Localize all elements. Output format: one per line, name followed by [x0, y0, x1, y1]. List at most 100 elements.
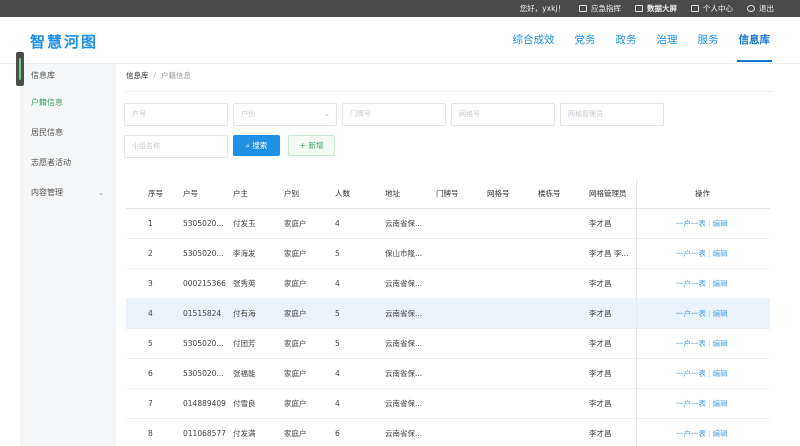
col-header-no: 序号 [148, 189, 163, 198]
sidebar-item-household-info[interactable]: 户籍信息 [20, 91, 116, 121]
sidebar-item-info-library[interactable]: 信息库 [20, 64, 116, 91]
col-header-holder: 户主 [233, 189, 248, 198]
edit-link[interactable]: 编辑 [713, 429, 728, 438]
row-actions: 一户一表 | 编辑 [676, 389, 728, 419]
table-row[interactable]: 3 000215366 张秀英 家庭户 4 云南省保... 李才昌 一户一表 | 编辑 [126, 269, 770, 299]
cell-hukou: 011068577 [183, 429, 226, 438]
cell-address: 云南省保... [385, 339, 423, 348]
table-row[interactable]: 6 5305020... 张福能 家庭户 4 云南省保... 李才昌 一户一表 | 编辑 [126, 359, 770, 389]
table-row[interactable]: 2 5305020... 李海发 家庭户 5 保山市隆... 李才昌 李... 一户一表 | 编辑 [126, 239, 770, 269]
cell-no: 8 [148, 429, 153, 438]
sidebar-item-resident-info[interactable]: 居民信息 [20, 121, 116, 151]
cell-type: 家庭户 [284, 249, 307, 258]
sidebar-collapse-handle[interactable] [16, 52, 24, 86]
action-separator: | [708, 399, 711, 408]
cell-count: 4 [335, 279, 340, 288]
view-household-link[interactable]: 一户一表 [676, 309, 706, 318]
edit-link[interactable]: 编辑 [713, 309, 728, 318]
table-row[interactable]: 4 01515824 付有海 家庭户 5 云南省保... 李才昌 一户一表 | 编辑 [126, 299, 770, 329]
grid-number-input[interactable]: 网格号 [451, 103, 555, 126]
nav-item-service[interactable]: 服务 [688, 17, 729, 63]
edit-link[interactable]: 编辑 [713, 399, 728, 408]
search-button-label: 搜索 [252, 141, 268, 150]
view-household-link[interactable]: 一户一表 [676, 369, 706, 378]
edit-link[interactable]: 编辑 [713, 339, 728, 348]
nav-item-overview[interactable]: 综合成效 [503, 17, 565, 63]
cell-manager: 李才昌 [589, 309, 612, 318]
external-link-icon [691, 5, 699, 12]
col-header-address: 地址 [385, 189, 400, 198]
search-button[interactable]: ⌕ 搜索 [233, 135, 280, 156]
add-button-label: 新增 [308, 141, 324, 150]
cell-count: 5 [335, 339, 340, 348]
col-header-building: 楼栋号 [538, 189, 561, 198]
cell-address: 云南省保... [385, 219, 423, 228]
cell-type: 家庭户 [284, 429, 307, 438]
door-number-input[interactable]: 门牌号 [342, 103, 446, 126]
row-actions: 一户一表 | 编辑 [676, 359, 728, 389]
group-name-input[interactable]: 小组名称 [124, 135, 228, 158]
row-actions: 一户一表 | 编辑 [676, 299, 728, 329]
cell-manager: 李才昌 [589, 219, 612, 228]
cell-address: 云南省保... [385, 399, 423, 408]
nav-item-governance[interactable]: 治理 [647, 17, 688, 63]
view-household-link[interactable]: 一户一表 [676, 399, 706, 408]
emergency-command-label: 应急指挥 [591, 4, 621, 13]
view-household-link[interactable]: 一户一表 [676, 219, 706, 228]
cell-holder: 付发玉 [233, 219, 256, 228]
cell-address: 云南省保... [385, 279, 423, 288]
cell-type: 家庭户 [284, 219, 307, 228]
col-header-type: 户别 [284, 189, 299, 198]
emergency-command-link[interactable]: 应急指挥 [579, 3, 621, 14]
cell-hukou: 000215366 [183, 279, 226, 288]
sidebar-item-volunteer-activity[interactable]: 志愿者活动 [20, 151, 116, 181]
cell-no: 6 [148, 369, 153, 378]
add-button[interactable]: + 新增 [288, 135, 335, 156]
power-icon [747, 5, 755, 12]
hukou-number-input[interactable]: 户号 [124, 103, 228, 126]
personal-center-link[interactable]: 个人中心 [691, 3, 733, 14]
col-header-door: 门牌号 [436, 189, 459, 198]
hukou-type-select[interactable]: 户别 ⌄ [233, 103, 337, 126]
main-nav: 综合成效 党务 政务 治理 服务 信息库 [503, 17, 781, 63]
logout-link[interactable]: 退出 [747, 3, 774, 14]
cell-holder: 张福能 [233, 369, 256, 378]
edit-link[interactable]: 编辑 [713, 369, 728, 378]
view-household-link[interactable]: 一户一表 [676, 339, 706, 348]
cell-manager: 李才昌 [589, 279, 612, 288]
action-separator: | [708, 339, 711, 348]
cell-holder: 付团芳 [233, 339, 256, 348]
breadcrumb-current: 户籍信息 [161, 71, 192, 80]
view-household-link[interactable]: 一户一表 [676, 429, 706, 438]
cell-no: 3 [148, 279, 153, 288]
cell-hukou: 014889409 [183, 399, 226, 408]
search-icon: ⌕ [245, 141, 250, 150]
fixed-column-divider [636, 179, 637, 446]
cell-count: 4 [335, 219, 340, 228]
grid-manager-input[interactable]: 网格管理员 [560, 103, 664, 126]
view-household-link[interactable]: 一户一表 [676, 279, 706, 288]
edit-link[interactable]: 编辑 [713, 249, 728, 258]
cell-holder: 付发满 [233, 429, 256, 438]
table-row[interactable]: 5 5305020... 付团芳 家庭户 5 云南省保... 李才昌 一户一表 | 编辑 [126, 329, 770, 359]
table-row[interactable]: 8 011068577 付发满 家庭户 6 云南省保... 李才昌 一户一表 | 编辑 [126, 419, 770, 446]
row-actions: 一户一表 | 编辑 [676, 239, 728, 269]
cell-address: 云南省保... [385, 309, 423, 318]
data-screen-link[interactable]: 数据大屏 [635, 3, 677, 14]
nav-item-party[interactable]: 党务 [565, 17, 606, 63]
edit-link[interactable]: 编辑 [713, 219, 728, 228]
edit-link[interactable]: 编辑 [713, 279, 728, 288]
greeting: 您好，yxkj！ [519, 4, 565, 13]
breadcrumb-root[interactable]: 信息库 [126, 71, 149, 80]
household-table: 序号 户号 户主 户别 人数 地址 门牌号 网格号 楼栋号 网格管理员 操作 1… [126, 179, 770, 446]
table-row[interactable]: 1 5305020... 付发玉 家庭户 4 云南省保... 李才昌 一户一表 | 编辑 [126, 209, 770, 239]
table-row[interactable]: 7 014889409 付雪良 家庭户 4 云南省保... 李才昌 一户一表 | 编辑 [126, 389, 770, 419]
cell-holder: 李海发 [233, 249, 256, 258]
app-logo[interactable]: 智慧河图 [30, 31, 98, 52]
nav-item-info-library[interactable]: 信息库 [729, 17, 781, 63]
sidebar-item-content-management[interactable]: 内容管理 ⌄ [20, 181, 116, 211]
view-household-link[interactable]: 一户一表 [676, 249, 706, 258]
cell-count: 4 [335, 369, 340, 378]
col-header-manager: 网格管理员 [589, 189, 627, 198]
nav-item-government[interactable]: 政务 [606, 17, 647, 63]
